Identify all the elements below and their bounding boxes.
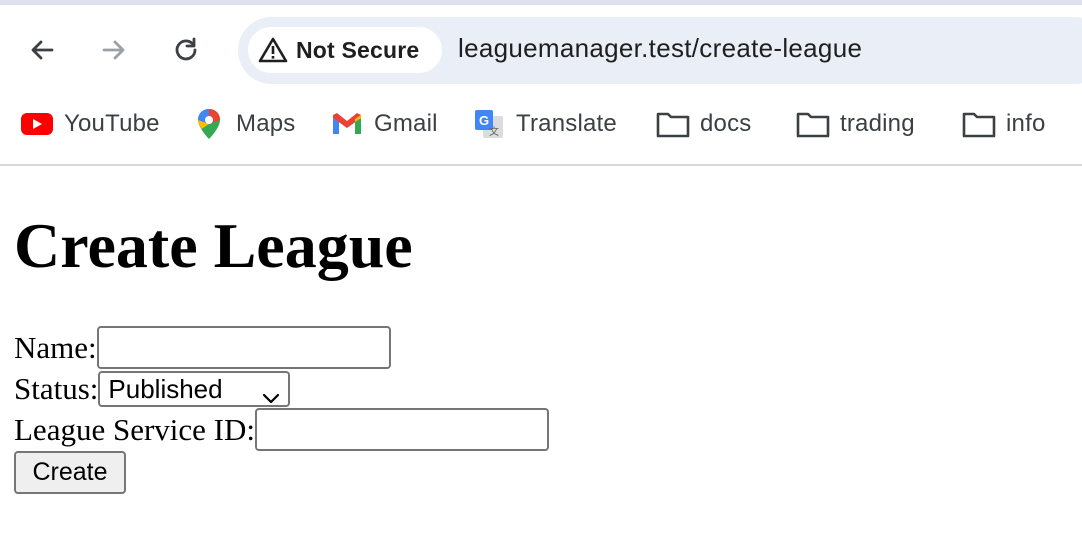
create-button[interactable]: Create (14, 451, 126, 494)
page-title: Create League (14, 210, 413, 281)
tab-strip-edge (0, 0, 1082, 5)
status-select[interactable]: Published (98, 371, 291, 407)
submit-row: Create (14, 451, 126, 494)
bookmark-label: trading (840, 110, 915, 137)
svg-text:G: G (479, 113, 489, 128)
warning-icon (258, 35, 288, 65)
browser-toolbar: Not Secure leaguemanager.test/create-lea… (0, 0, 1082, 96)
bookmark-label: YouTube (64, 110, 160, 137)
service-id-label: League Service ID: (14, 411, 255, 447)
status-row: Status: Published (14, 371, 291, 407)
status-label: Status: (14, 371, 99, 406)
security-label: Not Secure (296, 36, 420, 63)
bookmark-label: Maps (236, 110, 296, 137)
bookmark-label: docs (700, 110, 752, 137)
back-button[interactable] (20, 28, 64, 72)
reload-button[interactable] (164, 28, 208, 72)
gmail-icon (330, 108, 364, 140)
translate-icon: G文 (472, 108, 506, 140)
folder-icon (962, 108, 996, 140)
bookmark-folder-docs[interactable]: docs (656, 108, 752, 140)
bookmark-label: info (1006, 110, 1046, 137)
reload-icon (172, 36, 200, 64)
service-id-row: League Service ID: (14, 408, 549, 451)
service-id-input[interactable] (255, 408, 549, 451)
forward-button[interactable] (92, 28, 136, 72)
youtube-icon (20, 108, 54, 140)
bookmark-maps[interactable]: Maps (192, 108, 296, 140)
name-input[interactable] (96, 326, 391, 369)
bookmark-label: Gmail (374, 110, 438, 137)
bookmark-label: Translate (516, 110, 617, 137)
url-text[interactable]: leaguemanager.test/create-league (458, 33, 862, 64)
name-row: Name: (14, 326, 391, 369)
security-indicator[interactable]: Not Secure (248, 27, 442, 73)
bookmark-folder-trading[interactable]: trading (796, 108, 915, 140)
maps-icon (192, 108, 226, 140)
forward-arrow-icon (100, 36, 128, 64)
page-content: Create League Name: Status: Published Le… (0, 166, 1082, 554)
svg-text:文: 文 (489, 125, 499, 138)
bookmark-translate[interactable]: G文 Translate (472, 108, 617, 140)
bookmark-gmail[interactable]: Gmail (330, 108, 438, 140)
name-label: Name: (14, 329, 97, 365)
bookmark-folder-info[interactable]: info (962, 108, 1046, 140)
folder-icon (656, 108, 690, 140)
back-arrow-icon (28, 36, 56, 64)
bookmark-youtube[interactable]: YouTube (20, 108, 160, 140)
status-selected-value: Published (108, 373, 223, 404)
folder-icon (796, 108, 830, 140)
